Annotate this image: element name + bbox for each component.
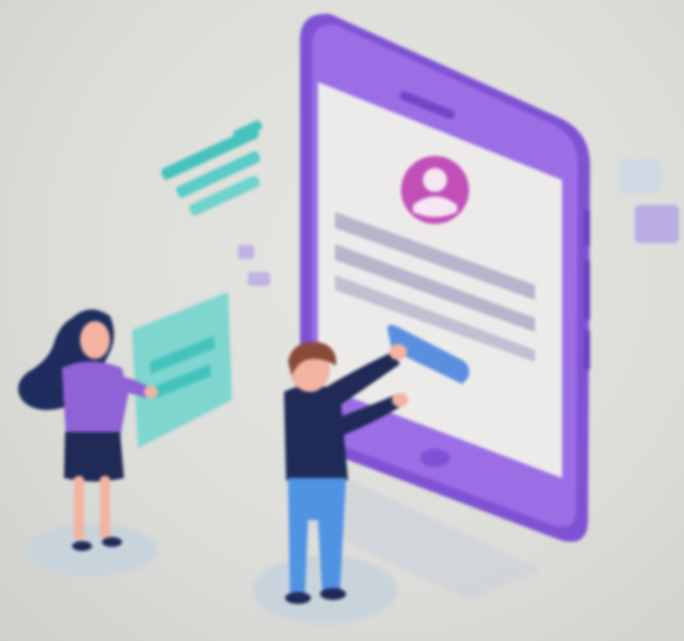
decorative-square-2 xyxy=(248,272,270,286)
illustration-canvas xyxy=(18,13,679,624)
home-button xyxy=(420,449,450,467)
floating-message-card xyxy=(132,292,232,448)
onboarding-illustration xyxy=(0,0,684,641)
woman-floor-disc xyxy=(27,524,157,576)
decorative-square-1 xyxy=(238,245,254,259)
decorative-card-right-1 xyxy=(618,160,662,192)
user-avatar-icon xyxy=(401,156,469,224)
decorative-lines-teal xyxy=(161,120,263,216)
decorative-card-right-2 xyxy=(635,205,679,243)
